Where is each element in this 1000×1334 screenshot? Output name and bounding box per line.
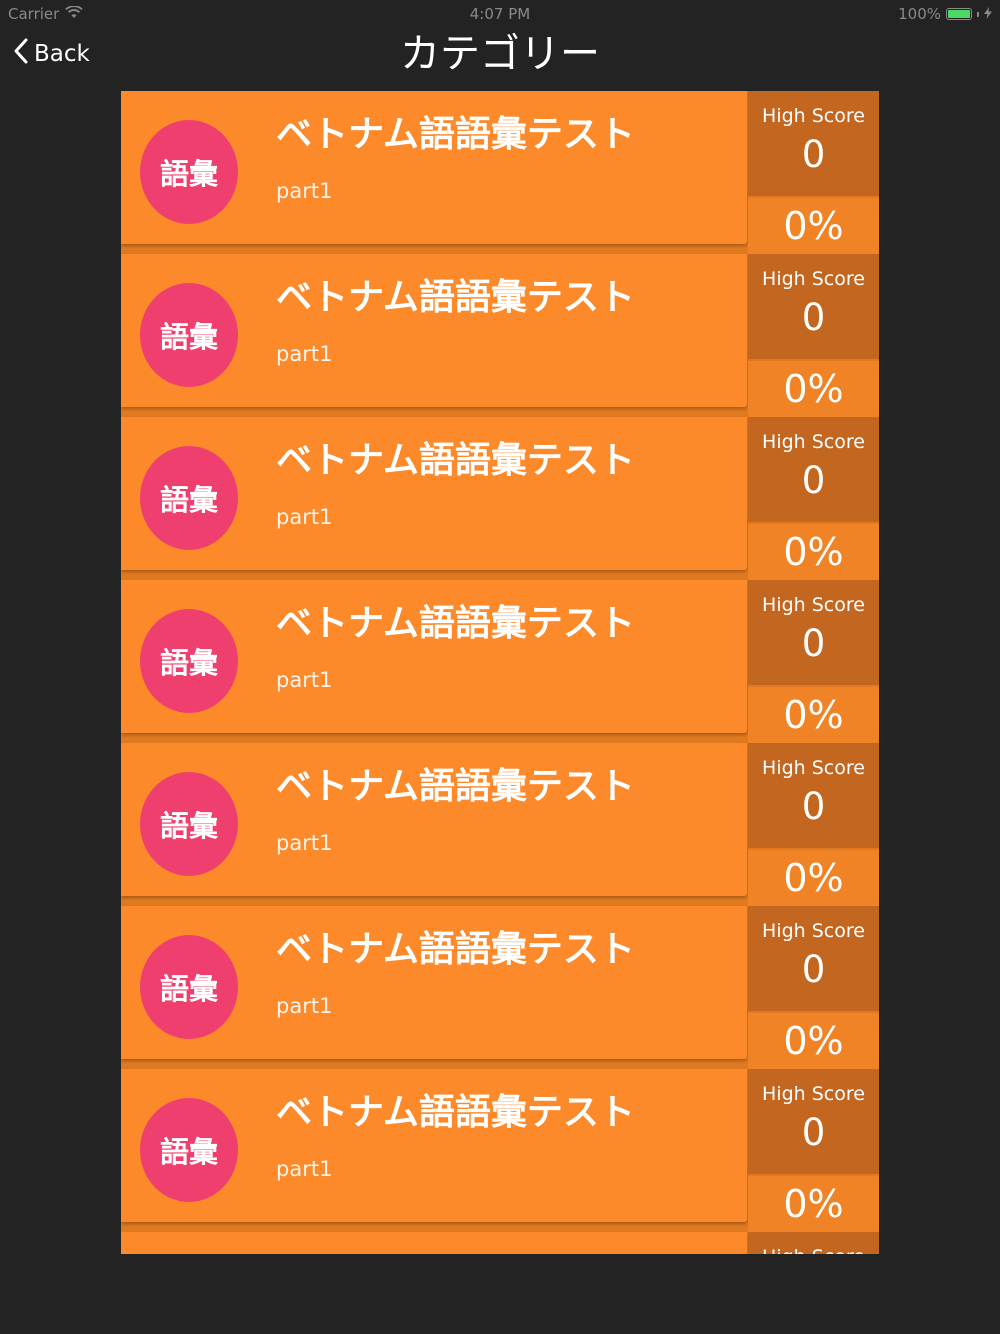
category-card[interactable]: 語彙 ベトナム語語彙テスト part1 [121, 906, 747, 1059]
progress-percent: 0% [783, 204, 844, 248]
category-badge: 語彙 [140, 446, 238, 550]
category-title: ベトナム語語彙テスト [276, 929, 635, 970]
status-right: 100% [898, 5, 992, 23]
category-card[interactable]: 語彙 ベトナム語語彙テスト part1 [121, 580, 747, 733]
category-subtitle: part1 [276, 505, 333, 529]
high-score-label: High Score [762, 105, 865, 127]
category-title: ベトナム語語彙テスト [276, 114, 635, 155]
progress-percent-box: 0% [748, 198, 879, 254]
category-title: ベトナム語語彙テスト [276, 1246, 635, 1254]
high-score-box: High Score 0 [748, 91, 879, 196]
progress-percent: 0% [783, 1019, 844, 1063]
high-score-value: 0 [801, 785, 826, 828]
progress-percent: 0% [783, 693, 844, 737]
progress-percent-box: 0% [748, 1176, 879, 1232]
category-subtitle: part1 [276, 342, 333, 366]
high-score-box: High Score 0 [748, 1232, 879, 1254]
high-score-value: 0 [801, 133, 826, 176]
category-badge: 語彙 [140, 772, 238, 876]
high-score-label: High Score [762, 268, 865, 290]
high-score-box: High Score 0 [748, 417, 879, 522]
high-score-label: High Score [762, 594, 865, 616]
page-title: カテゴリー [400, 31, 600, 77]
high-score-value: 0 [801, 1111, 826, 1154]
progress-percent-box: 0% [748, 524, 879, 580]
high-score-value: 0 [801, 459, 826, 502]
progress-percent-box: 0% [748, 1013, 879, 1069]
progress-percent: 0% [783, 530, 844, 574]
category-row[interactable]: 語彙 ベトナム語語彙テスト part1 High Score 0 0% [121, 91, 879, 254]
battery-percent: 100% [898, 5, 941, 23]
high-score-label: High Score [762, 920, 865, 942]
high-score-box: High Score 0 [748, 1069, 879, 1174]
category-badge: 語彙 [140, 1098, 238, 1202]
category-row[interactable]: 語彙 ベトナム語語彙テスト part1 High Score 0 0% [121, 906, 879, 1069]
category-card[interactable]: 語彙 ベトナム語語彙テスト part1 [121, 417, 747, 570]
category-title: ベトナム語語彙テスト [276, 440, 635, 481]
progress-percent-box: 0% [748, 687, 879, 743]
progress-percent-box: 0% [748, 361, 879, 417]
category-title: ベトナム語語彙テスト [276, 277, 635, 318]
category-card[interactable]: 語彙 ベトナム語語彙テスト part1 [121, 743, 747, 896]
category-row[interactable]: 語彙 ベトナム語語彙テスト part1 High Score 0 0% [121, 580, 879, 743]
category-subtitle: part1 [276, 1157, 333, 1181]
progress-percent: 0% [783, 856, 844, 900]
high-score-box: High Score 0 [748, 743, 879, 848]
category-list[interactable]: 語彙 ベトナム語語彙テスト part1 High Score 0 0% 語彙 ベ… [121, 91, 879, 1254]
high-score-label: High Score [762, 757, 865, 779]
category-card[interactable]: 語彙 ベトナム語語彙テスト part1 [121, 254, 747, 407]
battery-cap [977, 11, 979, 17]
category-title: ベトナム語語彙テスト [276, 1092, 635, 1133]
category-card[interactable]: 語彙 ベトナム語語彙テスト part1 [121, 1232, 747, 1254]
high-score-label: High Score [762, 1083, 865, 1105]
category-subtitle: part1 [276, 179, 333, 203]
category-subtitle: part1 [276, 668, 333, 692]
high-score-value: 0 [801, 296, 826, 339]
high-score-value: 0 [801, 622, 826, 665]
high-score-box: High Score 0 [748, 580, 879, 685]
status-bar: Carrier 4:07 PM 100% [0, 0, 1000, 28]
category-subtitle: part1 [276, 994, 333, 1018]
category-title: ベトナム語語彙テスト [276, 603, 635, 644]
high-score-label: High Score [748, 1246, 879, 1254]
category-subtitle: part1 [276, 831, 333, 855]
progress-percent: 0% [783, 367, 844, 411]
high-score-box: High Score 0 [748, 254, 879, 359]
category-badge: 語彙 [140, 609, 238, 713]
category-card[interactable]: 語彙 ベトナム語語彙テスト part1 [121, 91, 747, 244]
category-row[interactable]: 語彙 ベトナム語語彙テスト part1 High Score 0 0% [121, 254, 879, 417]
high-score-value: 0 [801, 948, 826, 991]
category-row[interactable]: 語彙 ベトナム語語彙テスト part1 High Score 0 0% [121, 743, 879, 906]
category-card[interactable]: 語彙 ベトナム語語彙テスト part1 [121, 1069, 747, 1222]
high-score-box: High Score 0 [748, 906, 879, 1011]
high-score-label: High Score [762, 431, 865, 453]
category-badge: 語彙 [140, 935, 238, 1039]
status-time: 4:07 PM [469, 5, 531, 23]
category-badge: 語彙 [140, 283, 238, 387]
charging-icon [984, 5, 992, 23]
progress-percent-box: 0% [748, 850, 879, 906]
category-row[interactable]: 語彙 ベトナム語語彙テスト part1 High Score 0 0% [121, 1069, 879, 1232]
category-title: ベトナム語語彙テスト [276, 766, 635, 807]
battery-icon [946, 8, 972, 20]
category-badge: 語彙 [140, 120, 238, 224]
navigation-bar: Back カテゴリー [0, 28, 1000, 90]
category-row[interactable]: 語彙 ベトナム語語彙テスト part1 High Score 0 0% [121, 417, 879, 580]
progress-percent: 0% [783, 1182, 844, 1226]
category-row[interactable]: 語彙 ベトナム語語彙テスト part1 High Score 0 0% [121, 1232, 879, 1254]
